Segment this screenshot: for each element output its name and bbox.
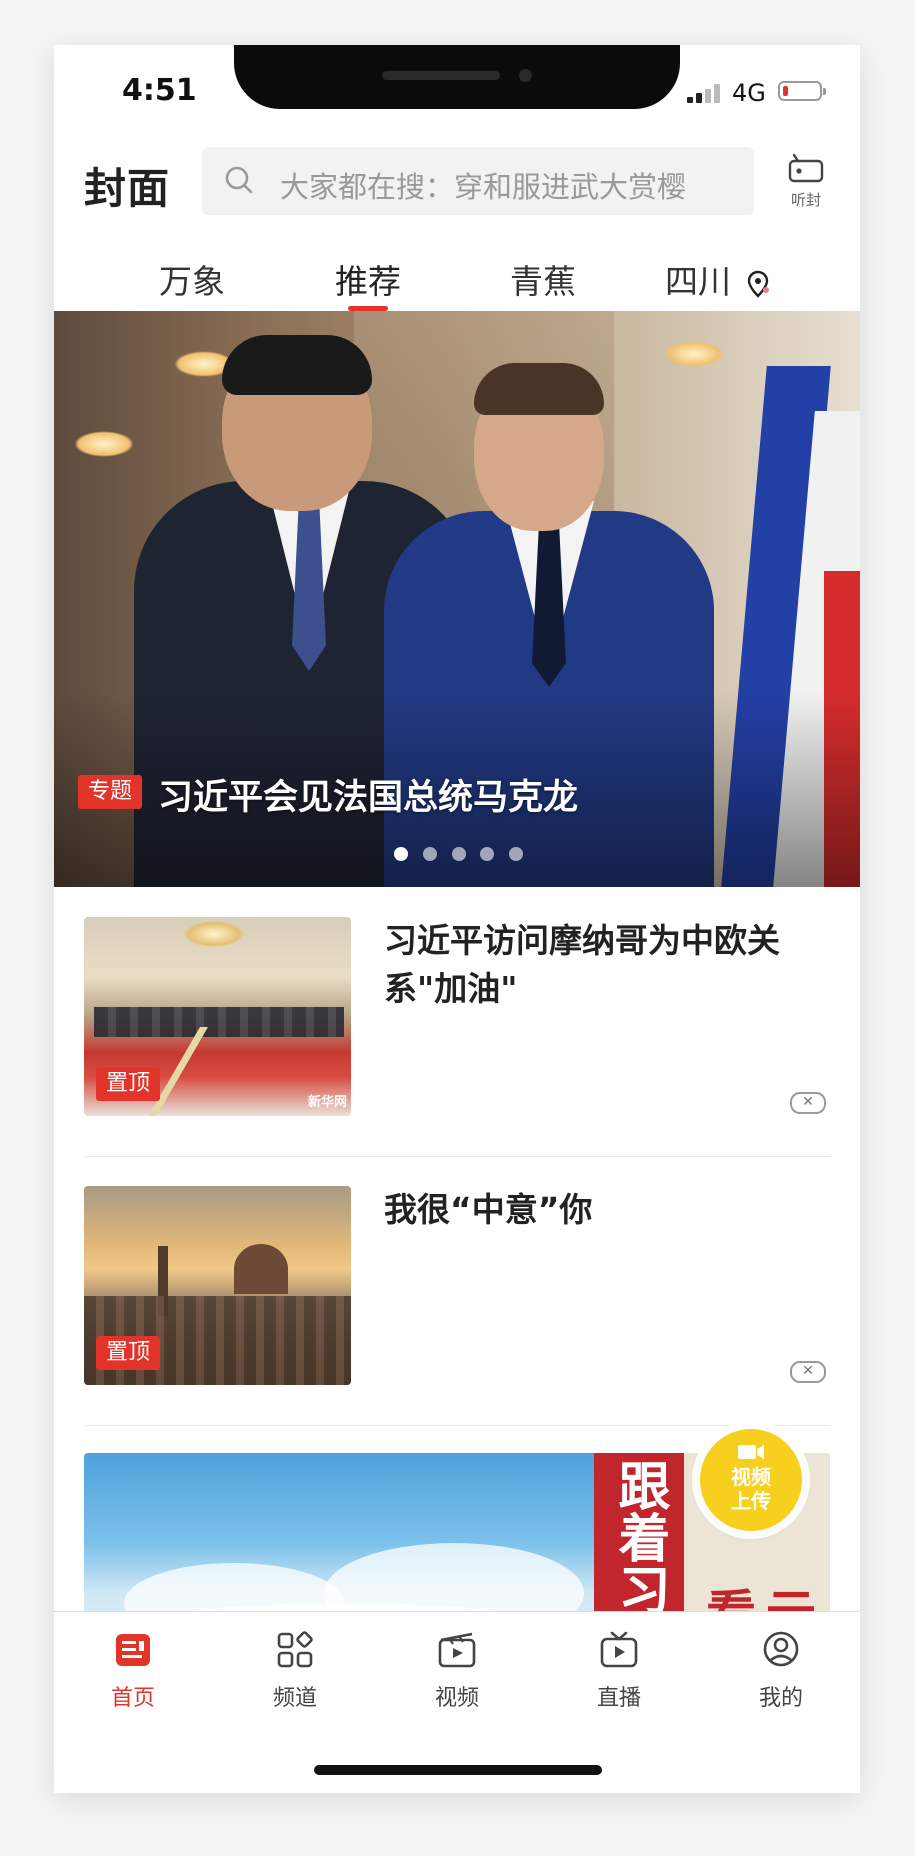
thumb-watermark: 新华网: [307, 1095, 347, 1110]
news-thumbnail[interactable]: 置顶: [84, 1186, 351, 1385]
banner-lamp: [74, 431, 134, 457]
news-thumbnail[interactable]: 新华网 置顶: [84, 917, 351, 1116]
pinned-tag: 置顶: [96, 1336, 161, 1370]
tab-sichuan-label: 四川: [665, 262, 731, 301]
feature-band-text: 跟着习: [609, 1459, 670, 1615]
signal-icon: [687, 83, 723, 103]
banner-title[interactable]: 习近平会见法国总统马克龙: [158, 769, 578, 820]
nav-home[interactable]: 首页: [78, 1630, 188, 1712]
nav-channels-label: 频道: [272, 1686, 317, 1711]
upload-label-line2: 上传: [731, 1489, 771, 1513]
home-indicator[interactable]: [314, 1765, 602, 1775]
notch-camera: [519, 69, 532, 82]
pinned-tag: 置顶: [96, 1067, 161, 1101]
status-time: 4:51: [122, 73, 197, 108]
nav-home-label: 首页: [110, 1686, 155, 1711]
delegates-row: [94, 1007, 344, 1037]
banner-topic-tag: 专题: [78, 775, 143, 809]
search-placeholder: 大家都在搜：穿和服进武大赏樱: [280, 170, 687, 204]
nav-video-label: 视频: [434, 1686, 479, 1711]
tab-qingjiao[interactable]: 青蕉: [510, 255, 576, 303]
news-list-item[interactable]: 新华网 置顶 习近平访问摩纳哥为中欧关系"加油" ✕: [84, 917, 830, 1185]
status-bar: 4:51 4G: [54, 45, 860, 125]
tab-recommend[interactable]: 推荐: [335, 255, 401, 303]
video-camera-icon: [738, 1445, 764, 1459]
close-icon: ✕: [802, 1363, 814, 1379]
carousel-dot[interactable]: [452, 847, 466, 861]
listen-button[interactable]: 听封: [780, 153, 832, 213]
news-list-item[interactable]: 置顶 我很“中意”你 ✕: [84, 1186, 830, 1454]
app-logo[interactable]: 封面: [84, 155, 170, 216]
news-title[interactable]: 我很“中意”你: [384, 1186, 830, 1234]
nav-live-label: 直播: [596, 1686, 641, 1711]
headline-banner[interactable]: 专题 习近平会见法国总统马克龙: [54, 311, 860, 887]
live-tv-icon: [600, 1631, 638, 1668]
search-input[interactable]: 大家都在搜：穿和服进武大赏樱: [202, 147, 754, 215]
carousel-dot[interactable]: [423, 847, 437, 861]
search-icon: [225, 166, 253, 194]
notch-speaker: [382, 71, 500, 80]
channels-grid-icon: [277, 1631, 313, 1668]
phone-screen: 4:51 4G 封面 大家都在搜：穿和服进武大赏樱 听封 万象 推荐 青蕉 四川…: [54, 45, 860, 1793]
carousel-dot[interactable]: [394, 847, 408, 861]
video-upload-button[interactable]: 视频 上传: [700, 1429, 802, 1531]
radio-icon: [788, 153, 824, 183]
location-pin-icon: [747, 270, 769, 298]
list-divider: [84, 1425, 830, 1426]
tab-wanxiang[interactable]: 万象: [159, 255, 225, 303]
network-type: 4G: [732, 79, 766, 107]
listen-label: 听封: [790, 191, 821, 209]
close-icon: ✕: [802, 1094, 814, 1110]
dismiss-button[interactable]: ✕: [790, 1361, 826, 1383]
chandelier: [184, 921, 244, 947]
nav-profile-label: 我的: [758, 1686, 803, 1711]
profile-icon: [763, 1631, 799, 1667]
nav-video[interactable]: 视频: [402, 1630, 512, 1712]
tab-sichuan[interactable]: 四川: [665, 255, 770, 303]
upload-label-line1: 视频: [731, 1465, 771, 1489]
nav-profile[interactable]: 我的: [726, 1630, 836, 1712]
channel-tabs: 万象 推荐 青蕉 四川: [54, 245, 860, 313]
nav-channels[interactable]: 频道: [240, 1630, 350, 1712]
carousel-dot[interactable]: [480, 847, 494, 861]
banner-lamp: [664, 341, 724, 367]
carousel-dot[interactable]: [509, 847, 523, 861]
home-news-icon: [116, 1634, 150, 1666]
video-clapper-icon: [438, 1632, 476, 1668]
dismiss-button[interactable]: ✕: [790, 1092, 826, 1114]
dome: [234, 1244, 288, 1294]
list-divider: [84, 1156, 830, 1157]
news-title[interactable]: 习近平访问摩纳哥为中欧关系"加油": [384, 917, 830, 1013]
battery-icon: [778, 81, 826, 101]
notch: [234, 45, 680, 109]
nav-live[interactable]: 直播: [564, 1630, 674, 1712]
